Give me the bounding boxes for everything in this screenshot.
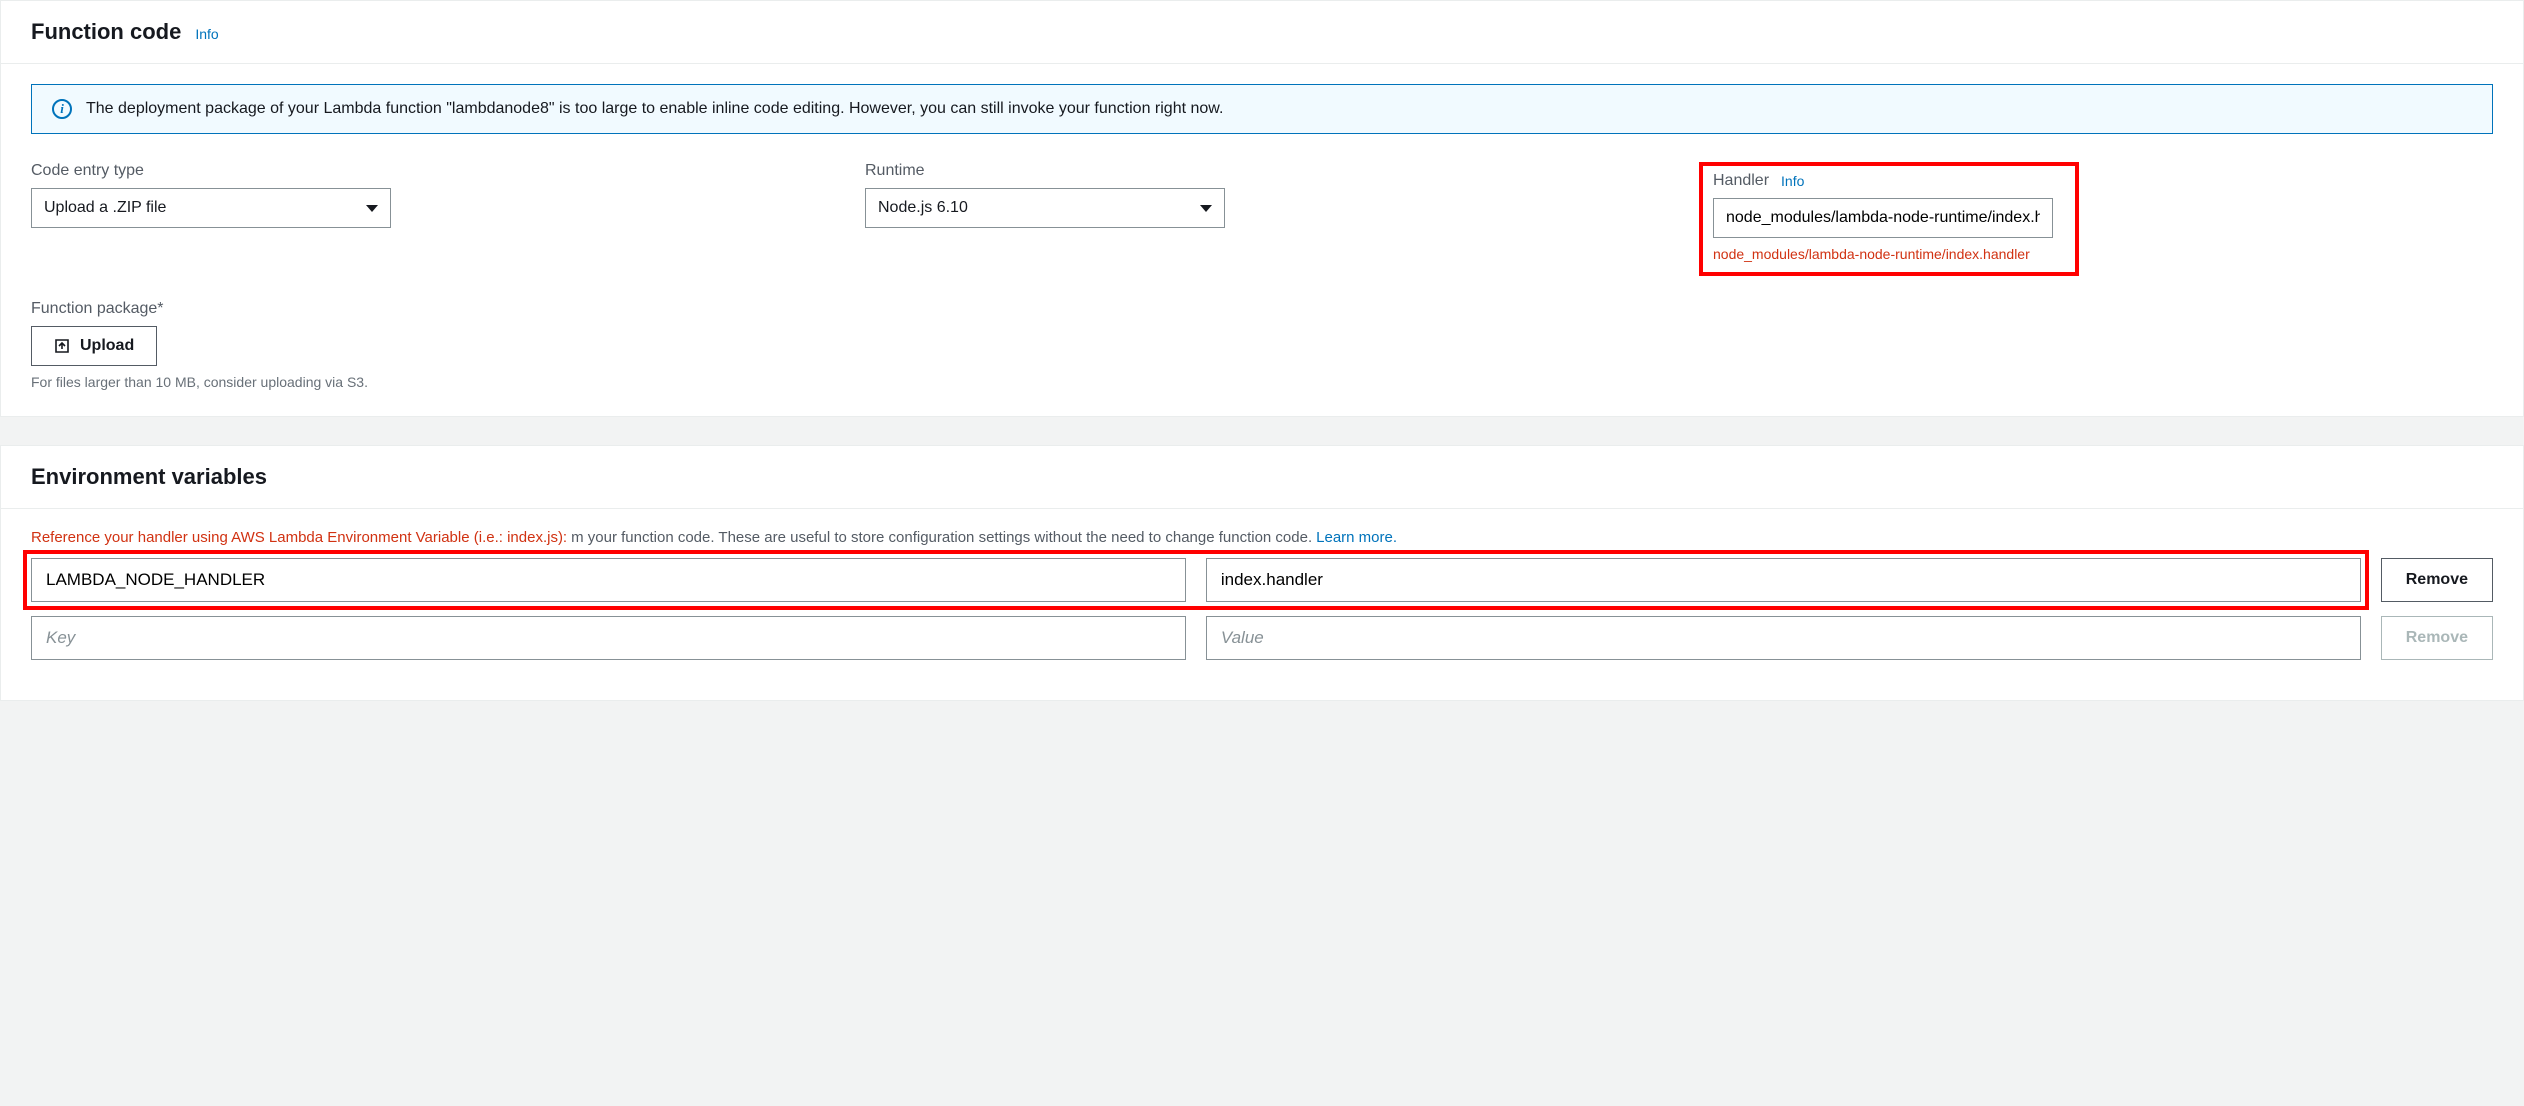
env-value-input[interactable] — [1206, 616, 2361, 660]
function-code-panel: Function code Info i The deployment pack… — [0, 0, 2524, 417]
handler-info-link[interactable]: Info — [1781, 173, 1804, 189]
upload-icon — [54, 338, 70, 354]
runtime-select[interactable]: Node.js 6.10 — [865, 188, 1225, 228]
env-key-input[interactable] — [31, 616, 1186, 660]
handler-label-row: Handler Info — [1713, 172, 2065, 190]
env-value-input[interactable] — [1206, 558, 2361, 602]
env-row: Remove — [31, 558, 2493, 602]
runtime-col: Runtime Node.js 6.10 — [865, 162, 1699, 276]
handler-input[interactable] — [1713, 198, 2053, 238]
learn-more-link[interactable]: Learn more. — [1316, 529, 1397, 546]
info-alert: i The deployment package of your Lambda … — [31, 84, 2493, 134]
env-rows-container: Remove Remove — [31, 558, 2493, 660]
upload-button-label: Upload — [80, 337, 134, 355]
code-entry-type-label: Code entry type — [31, 162, 825, 180]
code-entry-type-value: Upload a .ZIP file — [44, 199, 166, 217]
function-package-help: For files larger than 10 MB, consider up… — [31, 374, 2493, 390]
handler-label: Handler — [1713, 172, 1769, 190]
env-vars-title: Environment variables — [31, 464, 267, 490]
function-code-header: Function code Info — [1, 1, 2523, 64]
caret-down-icon — [1200, 205, 1212, 212]
info-icon: i — [52, 99, 72, 119]
code-entry-type-col: Code entry type Upload a .ZIP file — [31, 162, 865, 276]
env-vars-desc-rest: m your function code. These are useful t… — [571, 529, 1312, 546]
env-vars-description: Reference your handler using AWS Lambda … — [31, 529, 2493, 546]
code-entry-type-select[interactable]: Upload a .ZIP file — [31, 188, 391, 228]
runtime-value: Node.js 6.10 — [878, 199, 968, 217]
remove-button: Remove — [2381, 616, 2493, 660]
function-code-body: i The deployment package of your Lambda … — [1, 64, 2523, 416]
info-alert-text: The deployment package of your Lambda fu… — [86, 100, 1223, 118]
handler-highlight-box: Handler Info node_modules/lambda-node-ru… — [1699, 162, 2079, 276]
env-row: Remove — [31, 616, 2493, 660]
handler-help-text: node_modules/lambda-node-runtime/index.h… — [1713, 246, 2065, 262]
function-code-title: Function code — [31, 19, 181, 45]
function-package-block: Function package* Upload For files large… — [31, 300, 2493, 390]
remove-button[interactable]: Remove — [2381, 558, 2493, 602]
handler-col: Handler Info node_modules/lambda-node-ru… — [1699, 162, 2493, 276]
runtime-label: Runtime — [865, 162, 1659, 180]
env-vars-body: Reference your handler using AWS Lambda … — [1, 509, 2523, 700]
env-vars-panel: Environment variables Reference your han… — [0, 445, 2524, 701]
form-row-top: Code entry type Upload a .ZIP file Runti… — [31, 162, 2493, 276]
env-vars-header: Environment variables — [1, 446, 2523, 509]
upload-button[interactable]: Upload — [31, 326, 157, 366]
caret-down-icon — [366, 205, 378, 212]
env-vars-note: Reference your handler using AWS Lambda … — [31, 529, 567, 546]
function-code-info-link[interactable]: Info — [195, 26, 218, 42]
env-key-input[interactable] — [31, 558, 1186, 602]
function-package-label: Function package* — [31, 300, 2493, 318]
